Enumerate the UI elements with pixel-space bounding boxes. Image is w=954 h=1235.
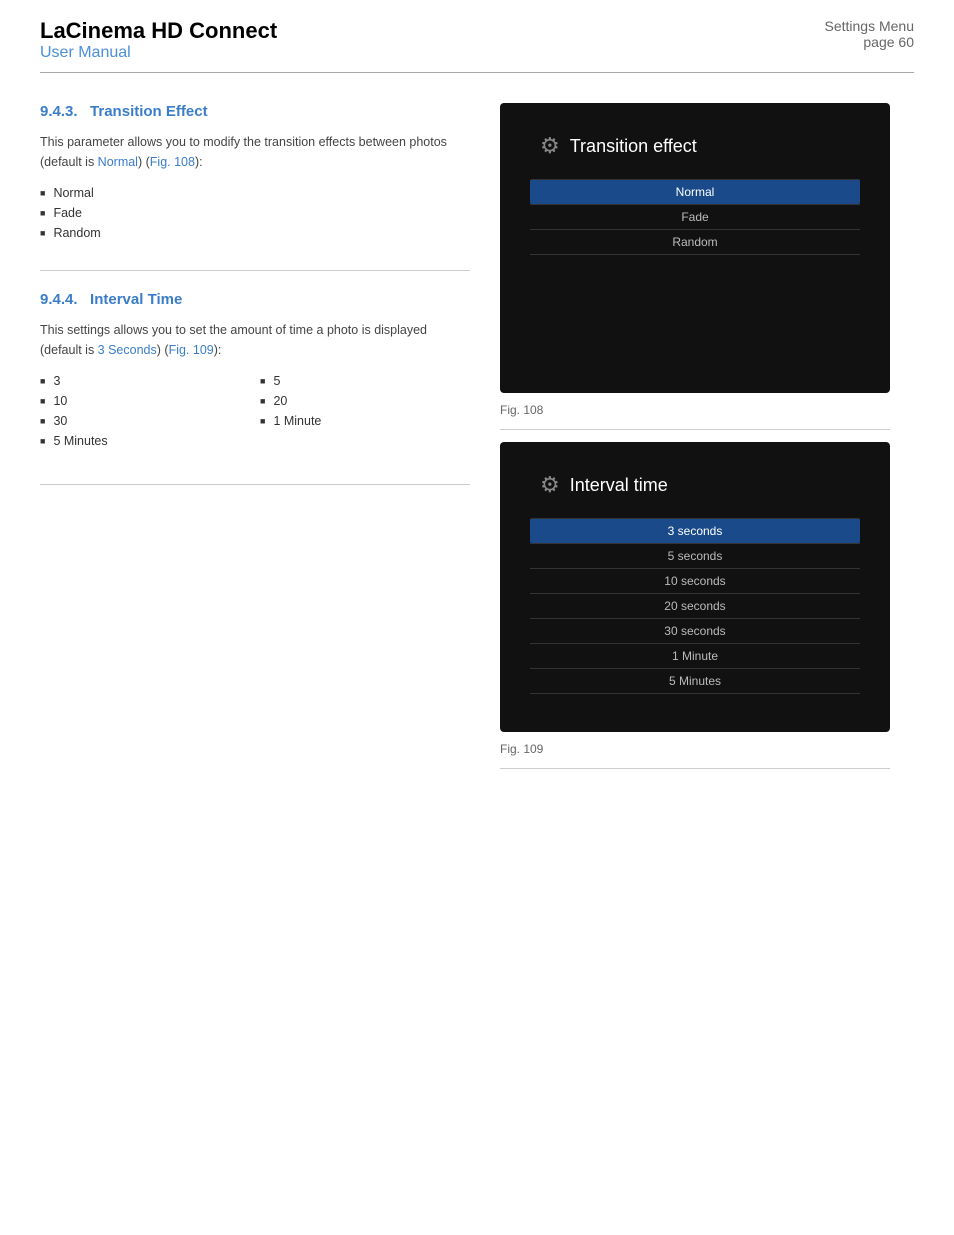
- list-item: 20: [260, 394, 470, 408]
- list-item: Fade: [40, 206, 470, 220]
- fig-108-divider: [500, 429, 890, 430]
- menu-item-normal[interactable]: Normal: [530, 179, 860, 204]
- menu-item-30sec[interactable]: 30 seconds: [530, 618, 860, 643]
- menu-item-20sec[interactable]: 20 seconds: [530, 593, 860, 618]
- page-container: LaCinema HD Connect User Manual Settings…: [0, 0, 954, 1235]
- section-944-title: 9.4.4. Interval Time: [40, 291, 470, 308]
- menu-item-1min[interactable]: 1 Minute: [530, 643, 860, 668]
- menu-item-5min[interactable]: 5 Minutes: [530, 668, 860, 694]
- device-panel-109: ⚙ Interval time 3 seconds 5 seconds 10 s…: [500, 442, 890, 732]
- section-943: 9.4.3. Transition Effect This parameter …: [40, 103, 470, 240]
- fig-108-link[interactable]: Fig. 108: [150, 155, 195, 169]
- section-944-col1: 3 10 30 5 Minutes: [40, 374, 250, 454]
- section-944-heading: Interval Time: [90, 291, 182, 308]
- device-panel-108: ⚙ Transition effect Normal Fade Random: [500, 103, 890, 393]
- section-943-title: 9.4.3. Transition Effect: [40, 103, 470, 120]
- app-title: LaCinema HD Connect: [40, 18, 277, 44]
- menu-item-10sec[interactable]: 10 seconds: [530, 568, 860, 593]
- section-944-col2: 5 20 1 Minute: [260, 374, 470, 454]
- section-943-heading: Transition Effect: [90, 103, 208, 120]
- section-943-list: Normal Fade Random: [40, 186, 470, 240]
- default-normal-link[interactable]: Normal: [98, 155, 138, 169]
- page-number: page 60: [825, 34, 915, 50]
- list-item: 5 Minutes: [40, 434, 250, 448]
- header: LaCinema HD Connect User Manual Settings…: [0, 0, 954, 72]
- section-944-list: 3 10 30 5 Minutes 5 20 1 Minute: [40, 374, 470, 454]
- list-item: Random: [40, 226, 470, 240]
- fig-108-label: Fig. 108: [500, 403, 890, 417]
- panel-109-menu: 3 seconds 5 seconds 10 seconds 20 second…: [520, 518, 870, 694]
- section-944: 9.4.4. Interval Time This settings allow…: [40, 291, 470, 454]
- menu-item-3sec[interactable]: 3 seconds: [530, 518, 860, 543]
- section-944-desc: This settings allows you to set the amou…: [40, 320, 470, 360]
- list-item: 30: [40, 414, 250, 428]
- list-item: 1 Minute: [260, 414, 470, 428]
- panel-108-title: Transition effect: [570, 136, 697, 157]
- main-content: 9.4.3. Transition Effect This parameter …: [0, 73, 954, 811]
- header-right: Settings Menu page 60: [825, 18, 915, 50]
- list-item: 5: [260, 374, 470, 388]
- right-column: ⚙ Transition effect Normal Fade Random F…: [500, 103, 890, 781]
- list-item: 10: [40, 394, 250, 408]
- panel-108-header: ⚙ Transition effect: [520, 133, 870, 159]
- section-divider-1: [40, 270, 470, 271]
- gear-icon-108: ⚙: [540, 133, 560, 159]
- menu-item-fade[interactable]: Fade: [530, 204, 860, 229]
- fig-109-divider: [500, 768, 890, 769]
- section-divider-2: [40, 484, 470, 485]
- default-3sec-link[interactable]: 3 Seconds: [98, 343, 157, 357]
- fig-109-label: Fig. 109: [500, 742, 890, 756]
- menu-item-random[interactable]: Random: [530, 229, 860, 255]
- fig-109-link[interactable]: Fig. 109: [169, 343, 214, 357]
- menu-item-5sec[interactable]: 5 seconds: [530, 543, 860, 568]
- app-subtitle: User Manual: [40, 44, 277, 62]
- panel-109-header: ⚙ Interval time: [520, 472, 870, 498]
- list-item: Normal: [40, 186, 470, 200]
- list-item: 3: [40, 374, 250, 388]
- panel-109-title: Interval time: [570, 475, 668, 496]
- panel-108-menu: Normal Fade Random: [520, 179, 870, 255]
- header-left: LaCinema HD Connect User Manual: [40, 18, 277, 62]
- section-943-desc: This parameter allows you to modify the …: [40, 132, 470, 172]
- gear-icon-109: ⚙: [540, 472, 560, 498]
- menu-label: Settings Menu: [825, 18, 915, 34]
- section-943-number: 9.4.3.: [40, 103, 78, 120]
- left-column: 9.4.3. Transition Effect This parameter …: [40, 103, 470, 781]
- section-944-number: 9.4.4.: [40, 291, 78, 308]
